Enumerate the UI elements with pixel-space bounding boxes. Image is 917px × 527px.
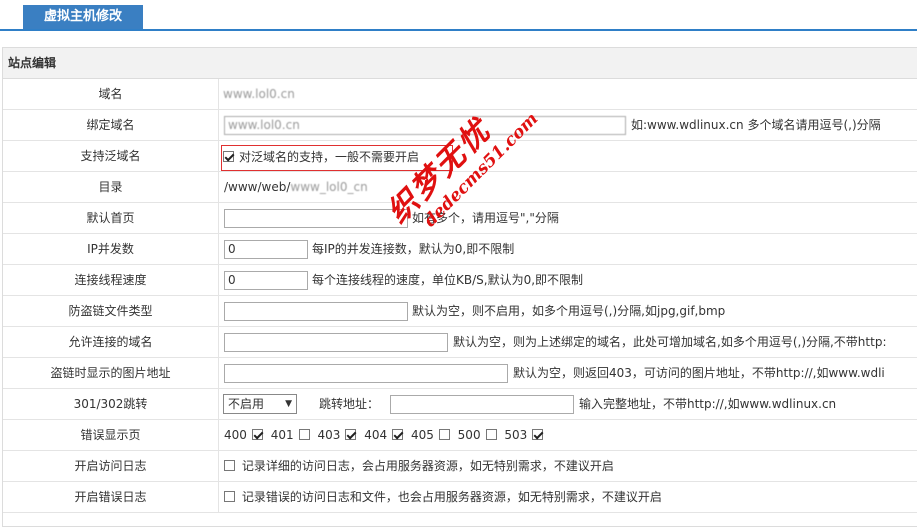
allowed-domains-label: 允许连接的域名 xyxy=(3,327,219,357)
index-input[interactable] xyxy=(224,209,408,228)
dir-value: /www/web/www_lol0_cn xyxy=(224,172,368,203)
error-log-text: 记录错误的访问日志和文件，也会占用服务器资源，如无特别需求，不建议开启 xyxy=(241,490,662,504)
error-log-option: 记录错误的访问日志和文件，也会占用服务器资源，如无特别需求，不建议开启 xyxy=(221,482,662,513)
error-log-label: 开启错误日志 xyxy=(3,482,219,512)
section-title: 站点编辑 xyxy=(3,48,917,79)
error-code-checkbox[interactable] xyxy=(251,429,263,440)
row-domain: 域名 www.lol0.cn xyxy=(3,79,917,110)
redirect-target-label: 跳转地址： xyxy=(319,397,380,411)
access-log-option: 记录详细的访问日志，会占用服务器资源，如无特别需求，不建议开启 xyxy=(221,451,614,482)
chevron-down-icon: ▼ xyxy=(285,399,292,409)
error-code-checkbox[interactable] xyxy=(485,429,497,440)
access-log-checkbox[interactable] xyxy=(224,460,235,471)
error-code-list: 400 401 403 404 405 500 503 xyxy=(224,420,547,451)
row-allowed-domains: 允许连接的域名 默认为空，则为上述绑定的域名，此处可增加域名,如多个用逗号(,)… xyxy=(3,327,917,358)
hotlink-types-label: 防盗链文件类型 xyxy=(3,296,219,326)
tab-vhost-edit[interactable]: 虚拟主机修改 xyxy=(23,5,143,29)
index-label: 默认首页 xyxy=(3,203,219,233)
error-code-item: 400 xyxy=(224,428,265,442)
wildcard-text: 对泛域名的支持，一般不需要开启 xyxy=(239,150,420,164)
error-code-checkbox[interactable] xyxy=(298,429,310,440)
row-index: 默认首页 如有多个，请用逗号","分隔 xyxy=(3,203,917,234)
dir-blurred: www_lol0_cn xyxy=(290,180,368,194)
domain-value: www.lol0.cn xyxy=(223,87,295,101)
row-error-pages: 错误显示页 400 401 403 404 405 500 503 xyxy=(3,420,917,451)
ip-conn-input[interactable]: 0 xyxy=(224,240,308,259)
row-hotlink-types: 防盗链文件类型 默认为空，则不启用，如多个用逗号(,)分隔,如jpg,gif,b… xyxy=(3,296,917,327)
wildcard-label: 支持泛域名 xyxy=(3,141,219,171)
hotlink-image-hint: 默认为空，则返回403，可访问的图片地址，不带http://,如www.wdli xyxy=(513,366,885,380)
speed-input[interactable]: 0 xyxy=(224,271,308,290)
hotlink-image-input[interactable] xyxy=(224,364,508,383)
error-code-item: 403 xyxy=(317,428,358,442)
error-code-item: 405 xyxy=(411,428,452,442)
ip-conn-label: IP并发数 xyxy=(3,234,219,264)
error-code-checkbox[interactable] xyxy=(532,429,544,440)
access-log-label: 开启访问日志 xyxy=(3,451,219,481)
bind-domain-label: 绑定域名 xyxy=(3,110,219,140)
bind-domain-hint: 如:www.wdlinux.cn 多个域名请用逗号(,)分隔 xyxy=(631,118,881,132)
error-code-checkbox[interactable] xyxy=(345,429,357,440)
speed-label: 连接线程速度 xyxy=(3,265,219,295)
error-code-item: 401 xyxy=(271,428,312,442)
row-access-log: 开启访问日志 记录详细的访问日志，会占用服务器资源，如无特别需求，不建议开启 xyxy=(3,451,917,482)
error-log-checkbox[interactable] xyxy=(224,491,235,502)
dir-prefix: /www/web/ xyxy=(224,180,291,194)
row-speed: 连接线程速度 0 每个连接线程的速度，单位KB/S,默认为0,即不限制 xyxy=(3,265,917,296)
redirect-hint: 输入完整地址，不带http://,如www.wdlinux.cn xyxy=(579,397,837,411)
redirect-target-input[interactable] xyxy=(390,395,574,414)
row-ip-conn: IP并发数 0 每IP的并发连接数，默认为0,即不限制 xyxy=(3,234,917,265)
row-redirect: 301/302跳转 不启用 ▼ 跳转地址： 输入完整地址，不带http://,如… xyxy=(3,389,917,420)
dir-label: 目录 xyxy=(3,172,219,202)
error-pages-label: 错误显示页 xyxy=(3,420,219,450)
allowed-domains-input[interactable] xyxy=(224,333,448,352)
error-code-item: 500 xyxy=(458,428,499,442)
redirect-select-value: 不启用 xyxy=(228,397,265,411)
tab-bar: 虚拟主机修改 xyxy=(0,0,917,31)
allowed-domains-hint: 默认为空，则为上述绑定的域名，此处可增加域名,如多个用逗号(,)分隔,不带htt… xyxy=(453,335,887,349)
redirect-label: 301/302跳转 xyxy=(3,389,219,419)
speed-hint: 每个连接线程的速度，单位KB/S,默认为0,即不限制 xyxy=(312,273,584,287)
row-error-log: 开启错误日志 记录错误的访问日志和文件，也会占用服务器资源，如无特别需求，不建议… xyxy=(3,482,917,513)
bind-domain-input[interactable]: www.lol0.cn xyxy=(224,116,626,135)
access-log-text: 记录详细的访问日志，会占用服务器资源，如无特别需求，不建议开启 xyxy=(241,459,614,473)
domain-label: 域名 xyxy=(3,79,219,109)
wildcard-checkbox[interactable] xyxy=(223,151,234,162)
error-code-item: 503 xyxy=(504,428,545,442)
redirect-select[interactable]: 不启用 ▼ xyxy=(223,394,297,414)
error-code-item: 404 xyxy=(364,428,405,442)
error-code-checkbox[interactable] xyxy=(392,429,404,440)
error-code-checkbox[interactable] xyxy=(438,429,450,440)
row-hotlink-image: 盗链时显示的图片地址 默认为空，则返回403，可访问的图片地址，不带http:/… xyxy=(3,358,917,389)
hotlink-types-input[interactable] xyxy=(224,302,408,321)
hotlink-types-hint: 默认为空，则不启用，如多个用逗号(,)分隔,如jpg,gif,bmp xyxy=(412,304,726,318)
hotlink-image-label: 盗链时显示的图片地址 xyxy=(3,358,219,388)
